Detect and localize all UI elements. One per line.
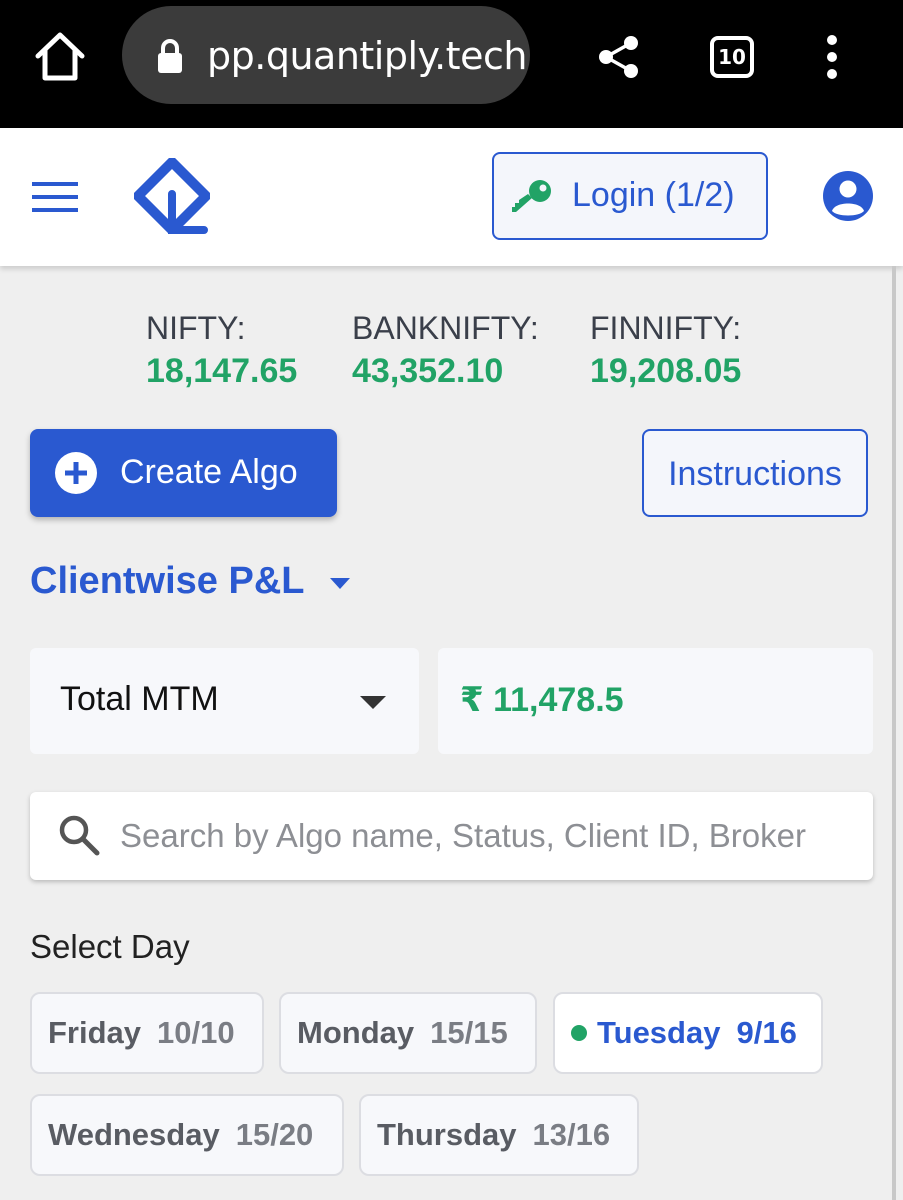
index-value-finnifty: 19,208.05 — [590, 352, 742, 390]
share-icon[interactable] — [596, 34, 642, 80]
search-box[interactable] — [30, 792, 873, 880]
mtm-value: ₹ 11,478.5 — [460, 681, 624, 719]
url-text[interactable]: pp.quantiply.tech — [207, 34, 527, 78]
key-icon — [512, 180, 551, 212]
index-name-finnifty: FINNIFTY: — [590, 310, 742, 346]
chip-day: Tuesday — [597, 1015, 721, 1050]
search-input[interactable] — [120, 792, 873, 880]
day-chip-thursday[interactable]: Thursday 13/16 — [359, 1094, 639, 1176]
create-algo-button[interactable]: Create Algo — [30, 429, 337, 517]
chip-count: 15/15 — [430, 1015, 508, 1050]
more-vert-icon[interactable] — [820, 34, 844, 80]
chip-count: 9/16 — [736, 1015, 797, 1050]
chip-day: Wednesday — [48, 1117, 220, 1152]
login-label: Login (1/2) — [572, 176, 735, 214]
mtm-selected-value: Total MTM — [60, 680, 219, 718]
active-dot-icon — [571, 1025, 587, 1041]
instructions-label: Instructions — [668, 455, 842, 493]
index-name-nifty: NIFTY: — [146, 310, 246, 346]
chip-day: Thursday — [377, 1117, 517, 1152]
scrollbar[interactable] — [892, 266, 896, 1200]
chip-day: Monday — [297, 1015, 415, 1050]
clientwise-dropdown[interactable]: Clientwise P&L — [30, 560, 350, 610]
day-chip-wednesday[interactable]: Wednesday 15/20 — [30, 1094, 344, 1176]
index-value-banknifty: 43,352.10 — [352, 352, 504, 390]
day-chip-tuesday[interactable]: Tuesday 9/16 — [553, 992, 823, 1074]
tab-count: 10 — [718, 45, 746, 69]
tabs-icon[interactable]: 10 — [710, 36, 754, 78]
mtm-select[interactable]: Total MTM — [30, 648, 419, 754]
create-algo-label: Create Algo — [120, 453, 298, 491]
day-chip-monday[interactable]: Monday 15/15 — [279, 992, 537, 1074]
logo-icon[interactable] — [134, 158, 210, 234]
chip-count: 13/16 — [532, 1117, 611, 1152]
instructions-button[interactable]: Instructions — [642, 429, 868, 517]
lock-icon — [158, 39, 182, 73]
browser-bar: pp.quantiply.tech 10 — [0, 0, 903, 128]
chip-day: Friday — [48, 1015, 142, 1050]
chip-count: 15/20 — [235, 1117, 314, 1152]
login-button[interactable]: Login (1/2) — [492, 152, 768, 240]
app-header: Login (1/2) — [0, 128, 903, 266]
user-circle-icon[interactable] — [822, 170, 874, 222]
caret-down-icon — [330, 578, 350, 589]
caret-down-icon — [360, 696, 386, 709]
search-icon — [59, 815, 100, 856]
mtm-value-box: ₹ 11,478.5 — [438, 648, 873, 754]
chip-count: 10/10 — [157, 1015, 235, 1050]
home-icon[interactable] — [30, 26, 90, 86]
index-name-banknifty: BANKNIFTY: — [352, 310, 539, 346]
plus-circle-icon — [55, 452, 97, 494]
day-chip-friday[interactable]: Friday 10/10 — [30, 992, 264, 1074]
index-value-nifty: 18,147.65 — [146, 352, 298, 390]
hamburger-icon[interactable] — [32, 178, 80, 216]
clientwise-title: Clientwise P&L — [30, 560, 305, 602]
select-day-label: Select Day — [30, 928, 190, 965]
